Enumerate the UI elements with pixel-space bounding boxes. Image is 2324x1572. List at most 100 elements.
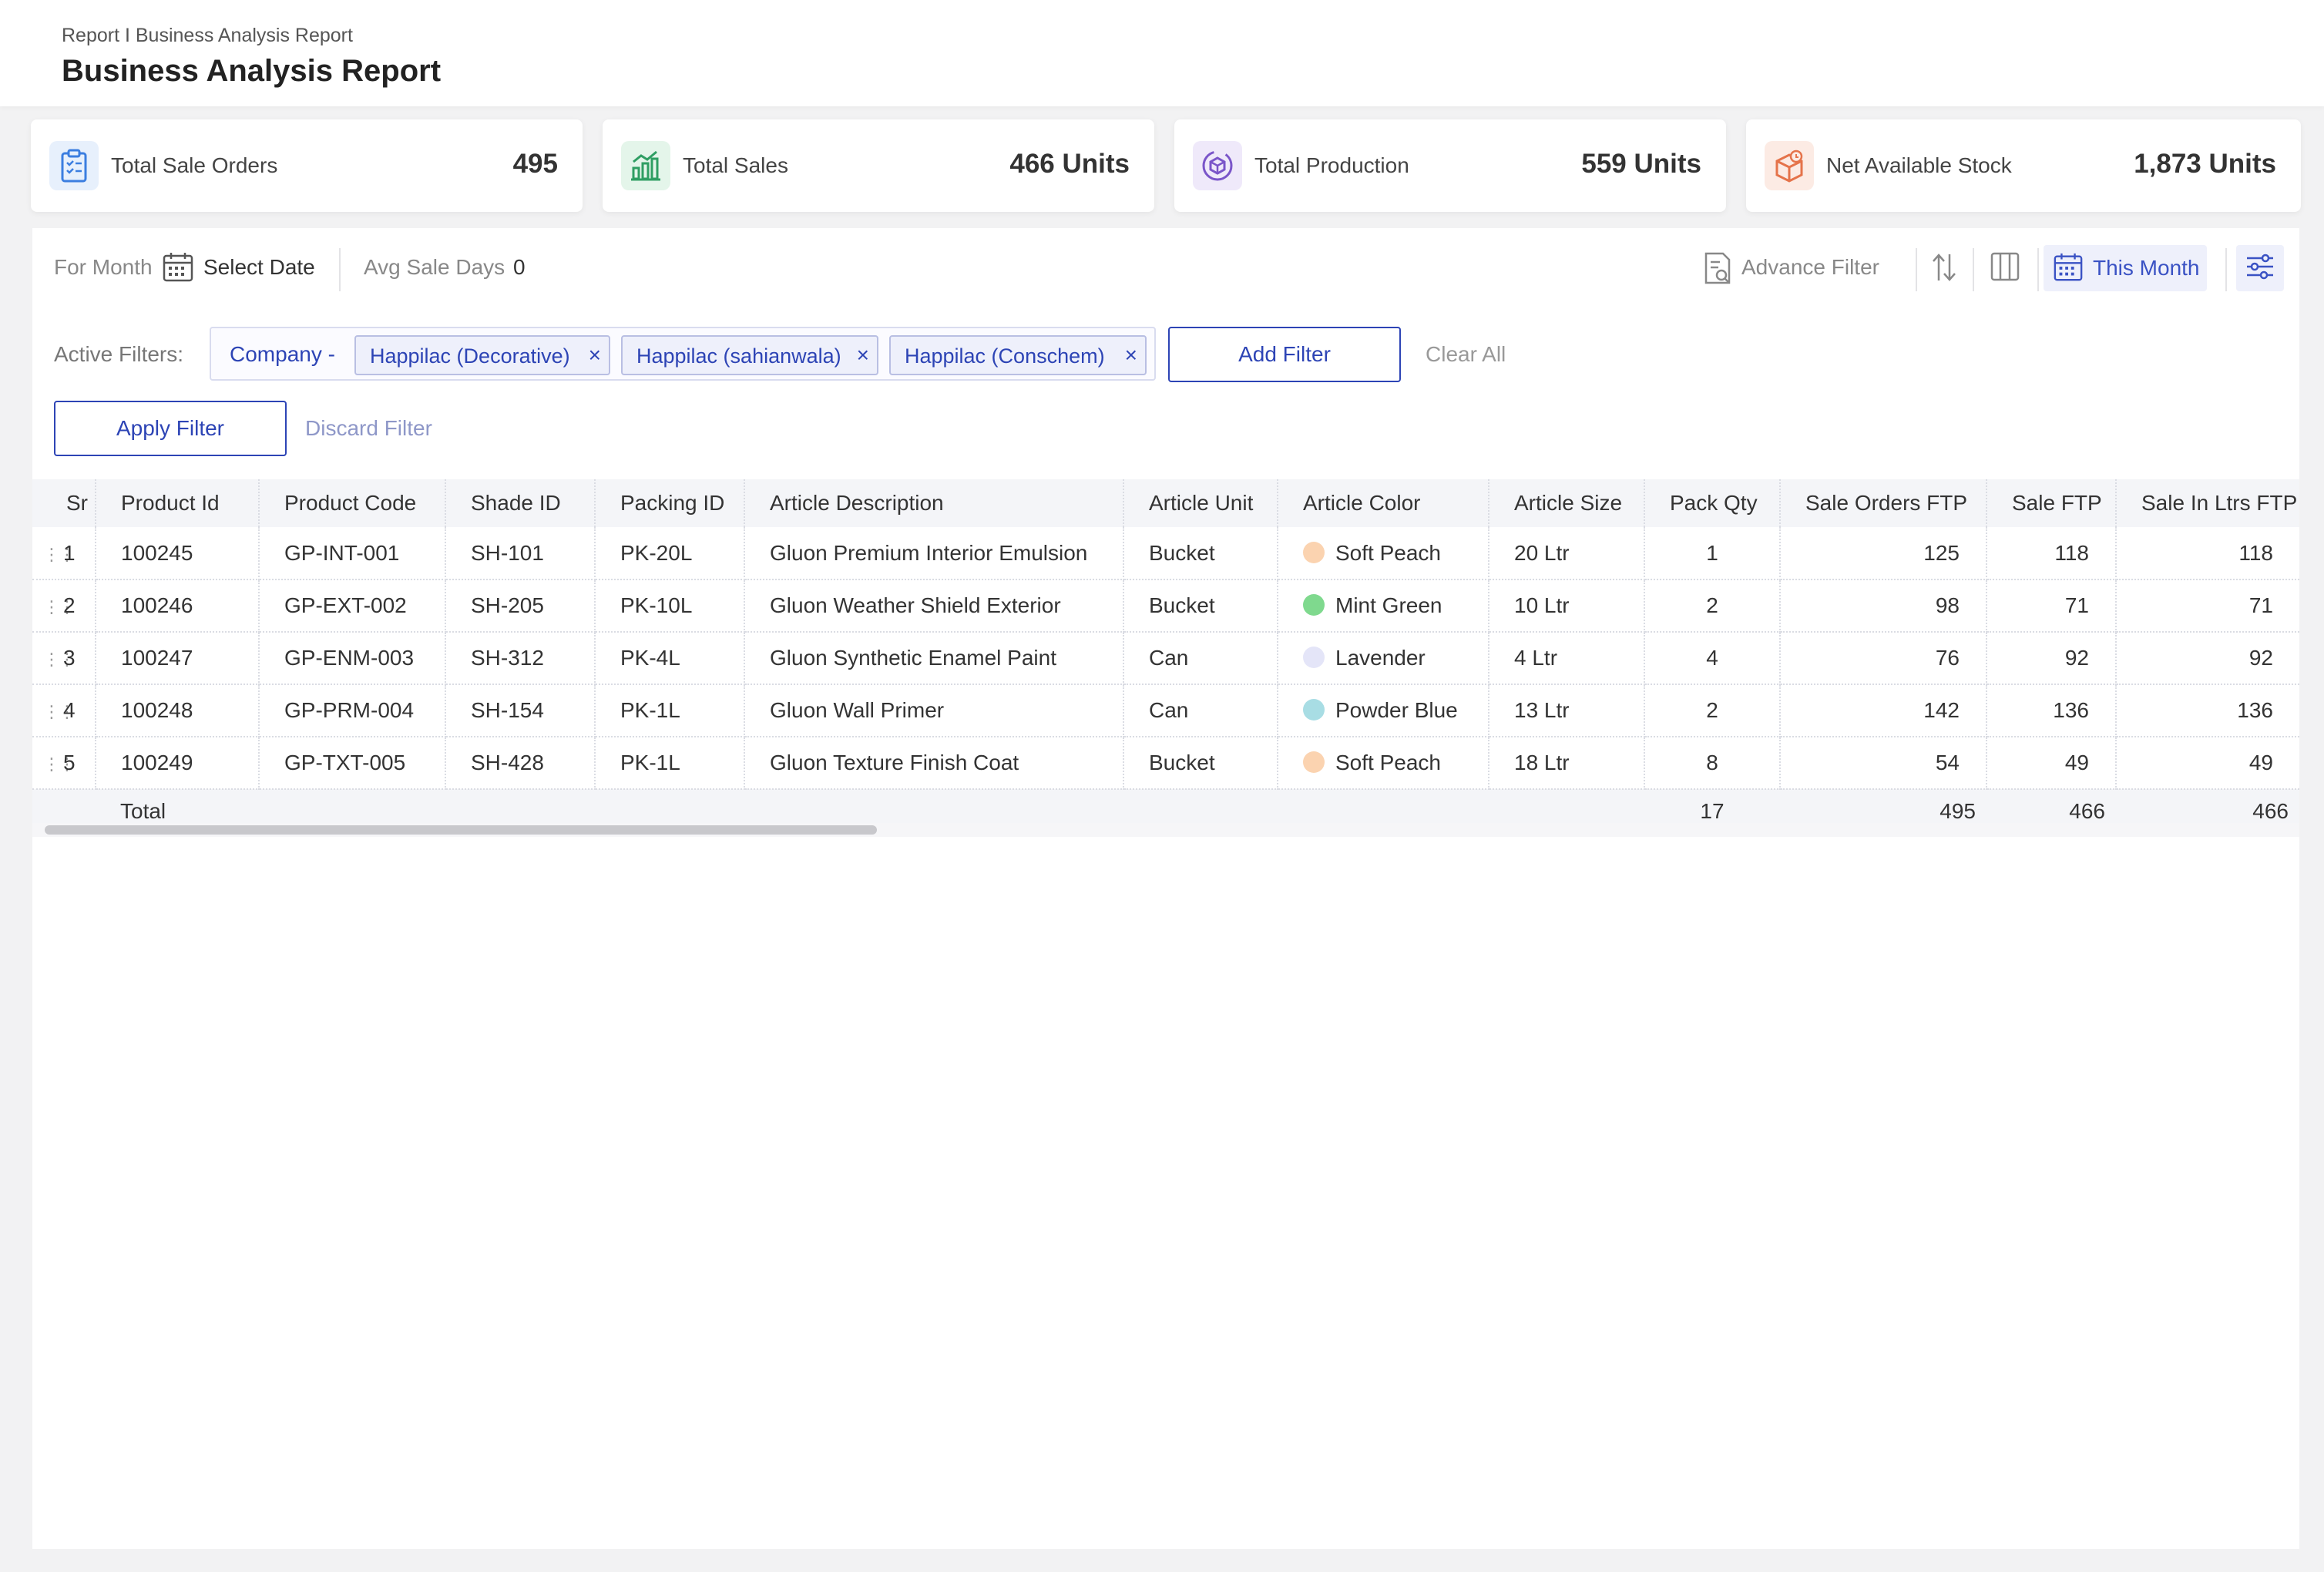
discard-filter-link[interactable]: Discard Filter (305, 416, 432, 441)
report-panel: For Month Select Date Avg Sale Days 0 Ad… (32, 228, 2299, 1549)
shade-id-cell: SH-205 (445, 579, 596, 633)
size-cell: 10 Ltr (1489, 579, 1645, 633)
avg-sale-days-value: 0 (513, 255, 526, 279)
drag-handle-icon[interactable]: ⋮⋮ (43, 754, 76, 774)
column-header[interactable]: Sale Orders FTP (1780, 479, 1987, 527)
size-cell: 18 Ltr (1489, 737, 1645, 790)
filter-settings-button[interactable] (2236, 245, 2284, 291)
color-cell: Powder Blue (1278, 684, 1489, 737)
column-header[interactable]: Shade ID (445, 479, 596, 527)
stat-value: 495 (512, 149, 558, 179)
page-header: Report I Business Analysis Report Busine… (0, 0, 2324, 106)
color-cell: Lavender (1278, 632, 1489, 685)
advance-filter-icon[interactable] (1703, 251, 1732, 291)
calendar-icon[interactable] (162, 251, 194, 289)
stat-label: Total Production (1254, 153, 1409, 177)
shade-id-cell: SH-154 (445, 684, 596, 737)
column-header[interactable]: Article Description (744, 479, 1124, 527)
table-row[interactable]: ⋮⋮5 100249 GP-TXT-005 SH-428 PK-1L Gluon… (32, 737, 2299, 790)
product-code-cell: GP-PRM-004 (259, 684, 446, 737)
column-header[interactable]: Article Unit (1123, 479, 1278, 527)
sale-orders-ftp-cell: 54 (1780, 737, 1987, 790)
product-code-cell: GP-ENM-003 (259, 632, 446, 685)
drag-handle-icon[interactable]: ⋮⋮ (43, 545, 76, 565)
unit-cell: Bucket (1123, 527, 1278, 580)
company-filter-group: Company - Happilac (Decorative) × Happil… (210, 327, 1156, 381)
add-filter-button[interactable]: Add Filter (1168, 327, 1401, 382)
column-header[interactable]: Article Size (1489, 479, 1645, 527)
clear-all-link[interactable]: Clear All (1426, 342, 1506, 367)
stat-value: 466 Units (1009, 149, 1130, 179)
sort-icon[interactable] (1931, 251, 1957, 289)
stock-box-icon (1765, 141, 1814, 190)
table-row[interactable]: ⋮⋮2 100246 GP-EXT-002 SH-205 PK-10L Gluo… (32, 579, 2299, 633)
column-header[interactable]: Sr (32, 479, 96, 527)
table-row[interactable]: ⋮⋮4 100248 GP-PRM-004 SH-154 PK-1L Gluon… (32, 684, 2299, 737)
column-header[interactable]: Pack Qty (1644, 479, 1781, 527)
stat-label: Total Sale Orders (111, 153, 278, 177)
packing-id-cell: PK-1L (595, 737, 745, 790)
table-row[interactable]: ⋮⋮3 100247 GP-ENM-003 SH-312 PK-4L Gluon… (32, 632, 2299, 685)
sale-ftp-cell: 71 (1986, 579, 2117, 633)
color-cell: Mint Green (1278, 579, 1489, 633)
table-row[interactable]: ⋮⋮1 100245 GP-INT-001 SH-101 PK-20L Gluo… (32, 527, 2299, 580)
remove-chip-icon[interactable]: × (589, 343, 601, 368)
avg-sale-days-label: Avg Sale Days (364, 255, 505, 279)
filter-chip: Happilac (Conschem) × (889, 335, 1147, 375)
horizontal-scrollbar[interactable] (32, 823, 2299, 837)
unit-cell: Bucket (1123, 737, 1278, 790)
column-header[interactable]: Product Code (259, 479, 446, 527)
page-title: Business Analysis Report (62, 54, 442, 88)
column-header[interactable]: Sale FTP (1986, 479, 2117, 527)
pack-qty-cell: 2 (1644, 579, 1781, 633)
sale-orders-ftp-cell: 142 (1780, 684, 1987, 737)
sr-cell: 4 (63, 698, 76, 722)
column-header[interactable]: Article Color (1278, 479, 1489, 527)
remove-chip-icon[interactable]: × (1125, 343, 1137, 368)
select-date-button[interactable]: Select Date (203, 255, 315, 280)
description-cell: Gluon Premium Interior Emulsion (744, 527, 1124, 580)
for-month-label: For Month (54, 255, 153, 279)
sale-ltrs-ftp-cell: 49 (2116, 737, 2299, 790)
remove-chip-icon[interactable]: × (857, 343, 869, 368)
clipboard-icon (49, 141, 99, 190)
production-cube-icon (1193, 141, 1242, 190)
apply-filter-button[interactable]: Apply Filter (54, 401, 287, 456)
description-cell: Gluon Synthetic Enamel Paint (744, 632, 1124, 685)
column-header[interactable]: Sale In Ltrs FTP (2116, 479, 2299, 527)
column-header[interactable]: Packing ID (595, 479, 745, 527)
this-month-button[interactable]: This Month (2044, 245, 2207, 291)
color-name: Soft Peach (1335, 540, 1441, 565)
divider (2225, 248, 2227, 291)
scrollbar-thumb[interactable] (45, 825, 877, 835)
stat-card-total-sale-orders: Total Sale Orders 495 (31, 119, 583, 212)
columns-icon[interactable] (1990, 251, 2020, 287)
table-total-row: Total 17 495 466 466 (32, 789, 2299, 826)
drag-handle-icon[interactable]: ⋮⋮ (43, 597, 76, 617)
color-swatch (1303, 699, 1325, 720)
pack-qty-cell: 1 (1644, 527, 1781, 580)
stat-card-total-production: Total Production 559 Units (1174, 119, 1726, 212)
unit-cell: Bucket (1123, 579, 1278, 633)
product-id-cell: 100246 (96, 579, 260, 633)
calendar-icon (2053, 252, 2084, 287)
size-cell: 20 Ltr (1489, 527, 1645, 580)
drag-handle-icon[interactable]: ⋮⋮ (43, 650, 76, 670)
unit-cell: Can (1123, 632, 1278, 685)
product-id-cell: 100248 (96, 684, 260, 737)
sale-ftp-cell: 136 (1986, 684, 2117, 737)
total-sale-orders-ftp: 495 (1780, 789, 1986, 826)
advance-filter-button[interactable]: Advance Filter (1741, 255, 1879, 280)
drag-handle-icon[interactable]: ⋮⋮ (43, 702, 76, 722)
color-name: Soft Peach (1335, 751, 1441, 774)
breadcrumb[interactable]: Report I Business Analysis Report (62, 25, 353, 47)
column-header[interactable]: Product Id (96, 479, 260, 527)
sale-ltrs-ftp-cell: 118 (2116, 527, 2299, 580)
color-cell: Soft Peach (1278, 737, 1489, 790)
sale-orders-ftp-cell: 125 (1780, 527, 1987, 580)
sale-ftp-cell: 118 (1986, 527, 2117, 580)
sr-cell: 2 (63, 593, 76, 617)
total-label: Total (96, 789, 259, 826)
stat-card-net-available-stock: Net Available Stock 1,873 Units (1746, 119, 2301, 212)
shade-id-cell: SH-428 (445, 737, 596, 790)
